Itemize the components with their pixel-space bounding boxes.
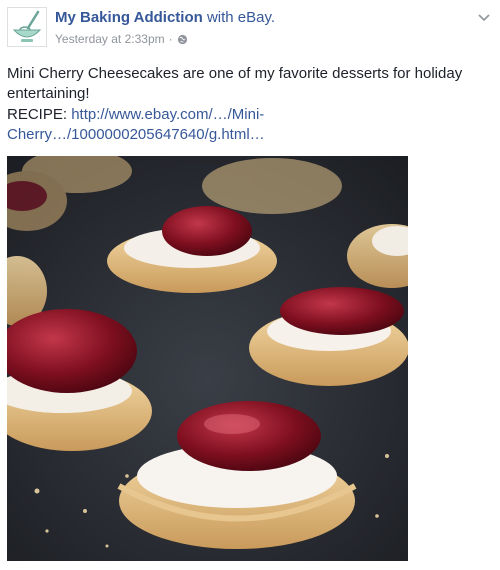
globe-icon[interactable] [177, 34, 188, 45]
mini-cherry-cheesecakes-photo [7, 156, 408, 561]
post-meta: Yesterday at 2:33pm · [55, 32, 188, 46]
whisk-bowl-logo-icon [8, 8, 46, 46]
author-name-link[interactable]: My Baking Addiction [55, 9, 203, 26]
with-tag-text[interactable]: with eBay. [207, 9, 275, 26]
post-body-text: Mini Cherry Cheesecakes are one of my fa… [7, 65, 463, 102]
page-avatar[interactable] [7, 7, 47, 47]
timestamp-link[interactable]: Yesterday at 2:33pm [55, 32, 165, 46]
chevron-down-icon[interactable] [476, 9, 492, 25]
recipe-link-part2[interactable]: Cherry…/1000000205647640/g.html… [7, 126, 265, 143]
feed-post: My Baking Addiction with eBay. Yesterday… [0, 0, 500, 570]
post-photo[interactable] [7, 156, 408, 561]
meta-separator: · [168, 32, 173, 46]
post-header: My Baking Addiction with eBay. [55, 9, 275, 26]
recipe-label: RECIPE: [7, 106, 68, 123]
recipe-line: RECIPE: http://www.ebay.com/…/Mini- Cher… [7, 105, 487, 145]
recipe-link-part1[interactable]: http://www.ebay.com/…/Mini- [71, 106, 264, 123]
